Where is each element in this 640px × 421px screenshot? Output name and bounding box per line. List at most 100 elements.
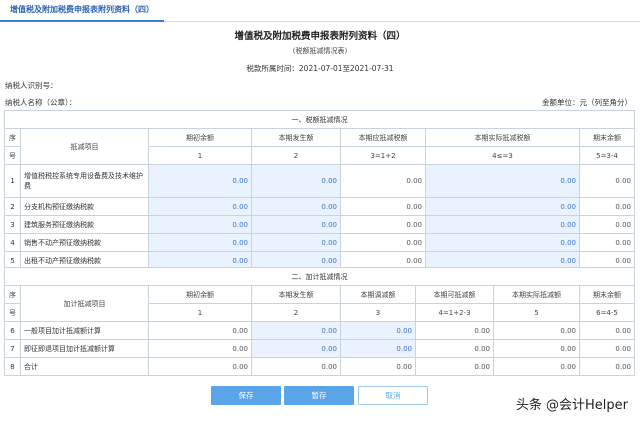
amount-cell: 0.00: [579, 233, 635, 252]
row-label: 建筑服务预征缴纳税款: [20, 215, 149, 234]
row-number: 1: [4, 164, 21, 198]
table-row: 1 增值税税控系统专用设备费及技术维护费 0.00 0.00 0.00 0.00…: [4, 164, 635, 198]
amount-cell: 0.00: [579, 197, 635, 216]
col-header: 本期可抵减额: [415, 285, 494, 304]
row-label: 即征即退项目加计抵减额计算: [20, 339, 149, 358]
amount-cell: 0.00: [415, 321, 494, 340]
amount-cell: 0.00: [579, 215, 635, 234]
col-header: 期末余额: [579, 285, 635, 304]
formula-cell: 5: [493, 303, 580, 322]
item-header: 加计抵减项目: [20, 285, 149, 322]
seq-header: 序: [4, 285, 21, 304]
tab-bar: 增值税及附加税费申报表附列资料（四）: [0, 0, 640, 22]
formula-cell: 4≤=3: [425, 146, 580, 165]
amount-input[interactable]: 0.00: [251, 164, 341, 198]
formula-cell: 1: [148, 303, 252, 322]
col-header: 本期发生额: [251, 285, 341, 304]
amount-cell: 0.00: [148, 339, 252, 358]
amount-cell: 0.00: [340, 233, 426, 252]
amount-input[interactable]: 0.00: [148, 215, 252, 234]
cancel-button[interactable]: 取消: [358, 386, 428, 405]
amount-input[interactable]: 0.00: [251, 233, 341, 252]
amount-cell: 0.00: [579, 339, 635, 358]
row-label: 增值税税控系统专用设备费及技术维护费: [20, 164, 149, 198]
amount-input[interactable]: 0.00: [340, 321, 416, 340]
amount-input[interactable]: 0.00: [148, 164, 252, 198]
amount-cell: 0.00: [493, 339, 580, 358]
amount-cell: 0.00: [579, 164, 635, 198]
amount-cell: 0.00: [493, 321, 580, 340]
amount-input[interactable]: 0.00: [148, 233, 252, 252]
section2-title: 二、加计抵减情况: [4, 267, 635, 286]
col-header: 本期发生额: [251, 128, 341, 147]
amount-input[interactable]: 0.00: [340, 339, 416, 358]
formula-cell: 2: [251, 146, 341, 165]
formula-cell: 4=1+2-3: [415, 303, 494, 322]
formula-cell: 3=1+2: [340, 146, 426, 165]
amount-cell: 0.00: [579, 357, 635, 376]
col-header: 期末余额: [579, 128, 635, 147]
col-header: 期初余额: [148, 285, 252, 304]
amount-input[interactable]: 0.00: [425, 233, 580, 252]
amount-unit: 金额单位：元（列至角分）: [542, 98, 632, 107]
col-header: 期初余额: [148, 128, 252, 147]
amount-input[interactable]: 0.00: [425, 215, 580, 234]
page-subtitle: (税额抵减情况表): [292, 47, 348, 55]
formula-cell: 2: [251, 303, 341, 322]
item-header: 抵减项目: [20, 128, 149, 165]
amount-cell: 0.00: [340, 357, 416, 376]
row-number: 4: [4, 233, 21, 252]
table-row: 6 一般项目加计抵减额计算 0.00 0.00 0.00 0.00 0.00 0…: [4, 321, 635, 340]
watermark: 头条 @会计Helper: [515, 398, 628, 413]
row-label: 分支机构预征缴纳税款: [20, 197, 149, 216]
col-header: 本期应抵减税额: [340, 128, 426, 147]
taxpayer-name-label: 纳税人名称（公章）：: [5, 98, 77, 107]
super-deduction-table: 二、加计抵减情况 序 加计抵减项目 期初余额 本期发生额 本期调减额 本期可抵减…: [4, 267, 635, 376]
amount-cell: 0.00: [579, 321, 635, 340]
deduction-table: 一、税额抵减情况 序 抵减项目 期初余额 本期发生额 本期应抵减税额 本期实际抵…: [4, 110, 635, 270]
draft-button[interactable]: 暂存: [284, 386, 354, 405]
seq-header: 号: [4, 146, 21, 165]
formula-cell: 5=3-4: [579, 146, 635, 165]
amount-input[interactable]: 0.00: [251, 197, 341, 216]
row-number: 3: [4, 215, 21, 234]
amount-cell: 0.00: [340, 215, 426, 234]
amount-cell: 0.00: [340, 164, 426, 198]
row-number: 7: [4, 339, 21, 358]
row-number: 8: [4, 357, 21, 376]
amount-input[interactable]: 0.00: [425, 164, 580, 198]
formula-cell: 6=4-5: [579, 303, 635, 322]
amount-cell: 0.00: [148, 357, 252, 376]
amount-cell: 0.00: [340, 197, 426, 216]
row-label: 合计: [20, 357, 149, 376]
amount-input[interactable]: 0.00: [425, 197, 580, 216]
row-label: 销售不动产预征缴纳税款: [20, 233, 149, 252]
col-header: 本期实际抵减额: [493, 285, 580, 304]
table-row: 8 合计 0.00 0.00 0.00 0.00 0.00 0.00: [4, 357, 635, 376]
formula-cell: 3: [340, 303, 416, 322]
tax-period: 税款所属时间：2021-07-01至2021-07-31: [246, 64, 394, 73]
table-row: 3 建筑服务预征缴纳税款 0.00 0.00 0.00 0.00 0.00: [4, 215, 635, 234]
seq-header: 号: [4, 303, 21, 322]
amount-input[interactable]: 0.00: [251, 321, 341, 340]
table-row: 4 销售不动产预征缴纳税款 0.00 0.00 0.00 0.00 0.00: [4, 233, 635, 252]
table-row: 7 即征即退项目加计抵减额计算 0.00 0.00 0.00 0.00 0.00…: [4, 339, 635, 358]
amount-input[interactable]: 0.00: [251, 339, 341, 358]
table-row: 2 分支机构预征缴纳税款 0.00 0.00 0.00 0.00 0.00: [4, 197, 635, 216]
formula-cell: 1: [148, 146, 252, 165]
save-button[interactable]: 保存: [211, 386, 281, 405]
seq-header: 序: [4, 128, 21, 147]
col-header: 本期实际抵减税额: [425, 128, 580, 147]
row-label: 一般项目加计抵减额计算: [20, 321, 149, 340]
tab-schedule-four[interactable]: 增值税及附加税费申报表附列资料（四）: [0, 0, 164, 22]
taxpayer-id-label: 纳税人识别号：: [5, 81, 58, 90]
page-title: 增值税及附加税费申报表附列资料（四）: [234, 31, 406, 42]
amount-input[interactable]: 0.00: [251, 215, 341, 234]
row-number: 2: [4, 197, 21, 216]
amount-cell: 0.00: [493, 357, 580, 376]
col-header: 本期调减额: [340, 285, 416, 304]
section1-title: 一、税额抵减情况: [4, 110, 635, 129]
amount-cell: 0.00: [415, 357, 494, 376]
amount-input[interactable]: 0.00: [148, 197, 252, 216]
row-number: 6: [4, 321, 21, 340]
